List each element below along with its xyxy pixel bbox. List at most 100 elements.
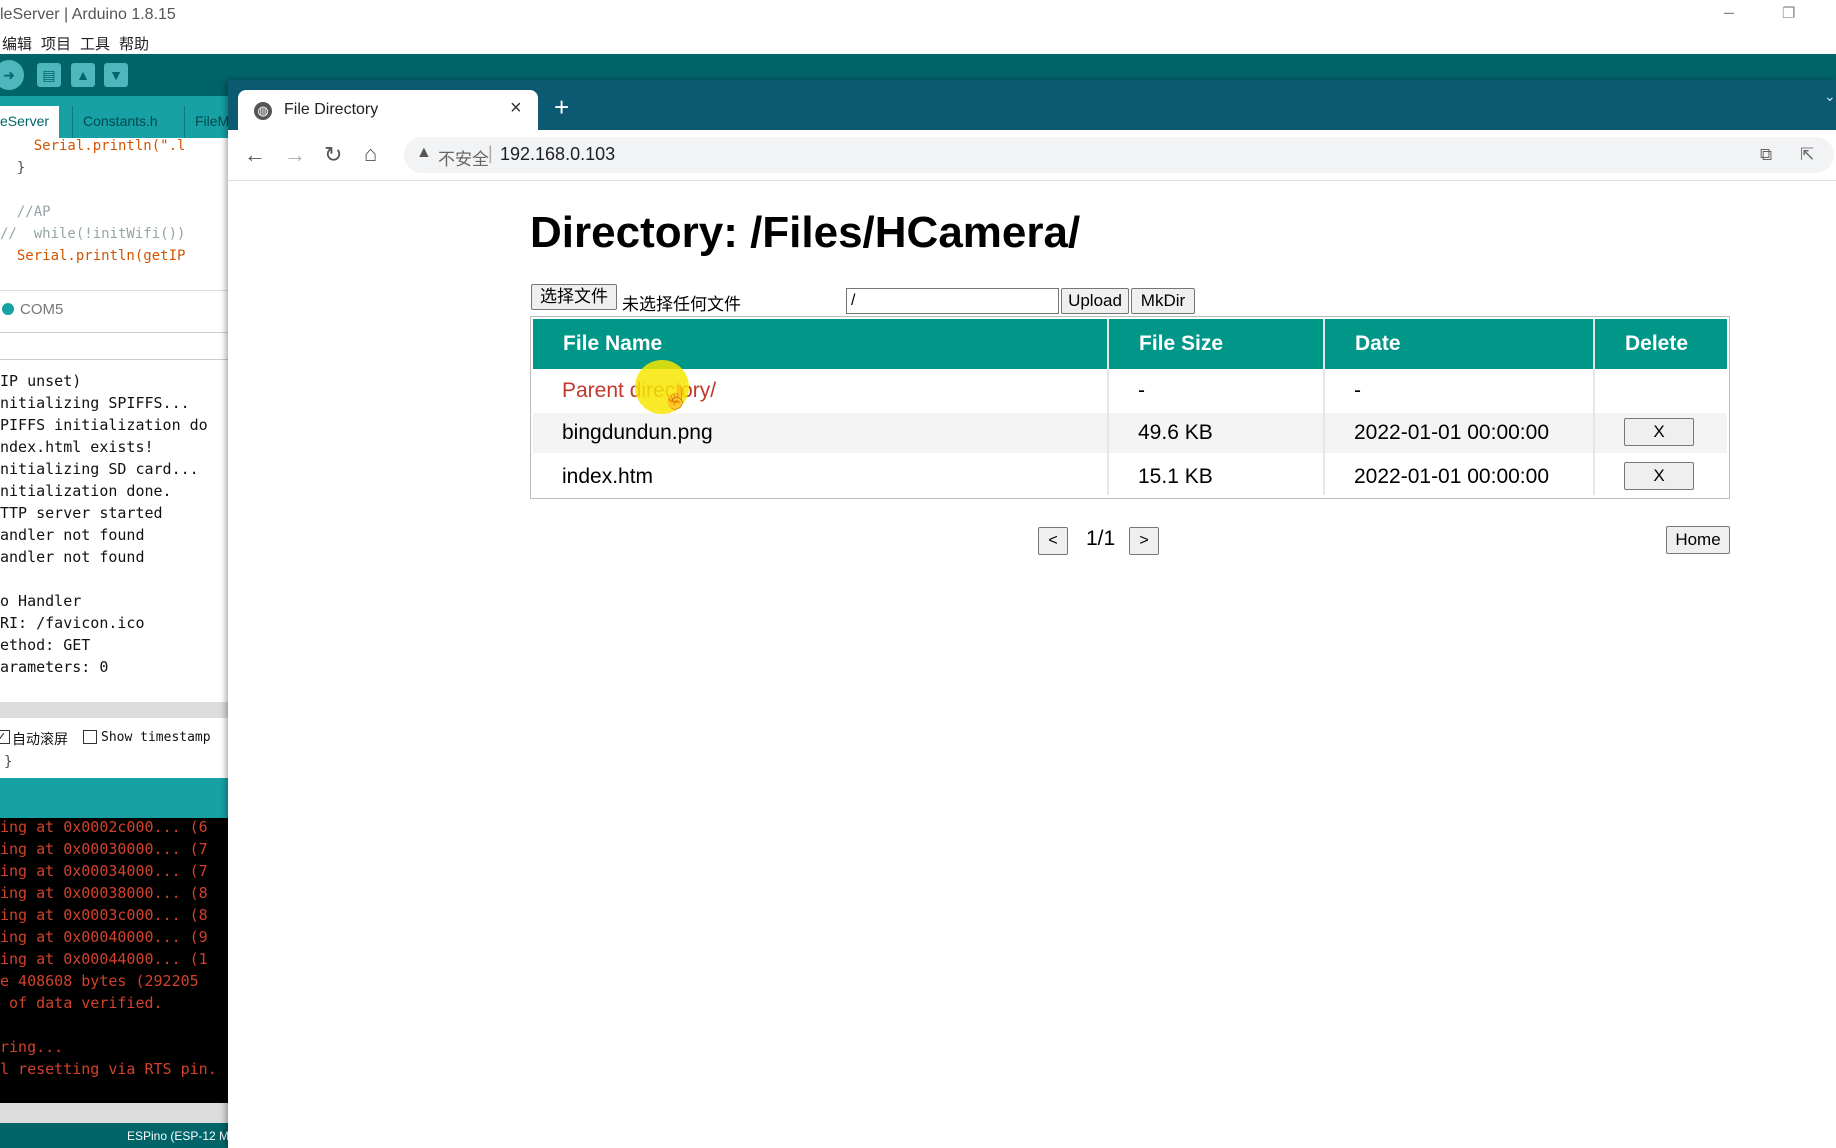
serial-line: ndex.html exists!: [0, 438, 154, 456]
upload-button[interactable]: Upload: [1061, 288, 1129, 314]
serial-footer: ✓ 自动滚屏 Show timestamp: [0, 726, 228, 752]
menu-edit[interactable]: 编辑: [2, 33, 32, 54]
new-tab-icon[interactable]: +: [554, 94, 569, 120]
prev-page-button[interactable]: <: [1038, 527, 1068, 555]
code-line: Serial.println(getIP: [0, 248, 186, 264]
console-scrollbar[interactable]: [0, 1103, 228, 1123]
serial-line: andler not found: [0, 548, 145, 566]
serial-line: nitializing SPIFFS...: [0, 394, 190, 412]
serial-horizontal-scrollbar[interactable]: [0, 702, 228, 718]
column-divider: [1107, 319, 1109, 495]
serial-line: TTP server started: [0, 504, 163, 522]
home-button[interactable]: Home: [1666, 526, 1730, 554]
file-size: 15.1 KB: [1138, 465, 1213, 488]
forward-icon[interactable]: →: [284, 142, 306, 168]
serial-line: nitialization done.: [0, 482, 172, 500]
serial-send-input[interactable]: [0, 332, 228, 360]
console-line: ring...: [0, 1038, 64, 1056]
code-line: //AP: [0, 204, 51, 220]
timestamp-label: Show timestamp: [101, 730, 211, 745]
file-table: File Name File Size Date Delete Parent d…: [530, 316, 1730, 499]
console-line: ing at 0x00044000... (1: [0, 950, 208, 968]
menu-sketch[interactable]: 项目: [41, 33, 71, 54]
column-header-date: Date: [1325, 319, 1593, 369]
console-line: ing at 0x00030000... (7: [0, 840, 208, 858]
serial-monitor-header: COM5: [0, 290, 228, 331]
serial-line: PIFFS initialization do: [0, 416, 208, 434]
serial-line: IP unset): [0, 372, 82, 390]
serial-icon: [2, 303, 14, 315]
file-name-link[interactable]: bingdundun.png: [562, 421, 713, 445]
ide-tab-bar: eServer Constants.h FileM: [0, 96, 229, 138]
code-editor-strip: }: [0, 752, 228, 778]
column-divider: [1593, 319, 1595, 495]
file-date: 2022-01-01 00:00:00: [1354, 465, 1549, 488]
back-icon[interactable]: ←: [244, 142, 266, 168]
serial-line: andler not found: [0, 526, 145, 544]
console-line: ing at 0x0003c000... (8: [0, 906, 208, 924]
code-line: // while(!initWifi()): [0, 226, 186, 242]
share-icon[interactable]: ⇱: [1800, 145, 1814, 165]
hand-cursor-icon: ☝: [662, 385, 690, 410]
parent-date: -: [1354, 379, 1361, 402]
console-bar: [0, 778, 228, 818]
autoscroll-checkbox[interactable]: ✓: [0, 730, 10, 744]
ide-tab-constants[interactable]: Constants.h: [72, 106, 168, 138]
choose-file-button[interactable]: 选择文件: [531, 284, 617, 310]
insecure-label[interactable]: 不安全: [438, 145, 489, 170]
console-line: ing at 0x0002c000... (6: [0, 818, 208, 836]
console-line: e 408608 bytes (292205: [0, 972, 199, 990]
column-divider: [1323, 319, 1325, 495]
column-header-delete: Delete: [1595, 319, 1727, 369]
no-file-label: 未选择任何文件: [622, 295, 741, 314]
serial-output: IP unset) nitializing SPIFFS... PIFFS in…: [0, 365, 228, 705]
translate-icon[interactable]: ⧉: [1760, 145, 1772, 165]
console-line: ing at 0x00040000... (9: [0, 928, 208, 946]
console-line: ing at 0x00034000... (7: [0, 862, 208, 880]
code-line: }: [0, 160, 26, 176]
page-title: Directory: /Files/HCamera/: [530, 208, 1081, 257]
code-editor[interactable]: Serial.println(".l } //AP // while(!init…: [0, 138, 228, 290]
close-tab-icon[interactable]: ×: [510, 97, 522, 120]
column-header-name: File Name: [533, 319, 1107, 369]
warning-icon[interactable]: ▲: [416, 144, 432, 162]
serial-line: nitializing SD card...: [0, 460, 199, 478]
ide-title-bar: leServer | Arduino 1.8.15 – ❐: [0, 0, 1836, 30]
tab-search-icon[interactable]: ⌄: [1824, 88, 1836, 105]
upload-arrow-icon[interactable]: ➜: [0, 60, 24, 90]
delete-button[interactable]: X: [1624, 418, 1694, 446]
code-line: Serial.println(".l: [0, 138, 186, 154]
parent-size: -: [1138, 379, 1145, 402]
save-sketch-icon[interactable]: ▼: [104, 63, 128, 87]
serial-line: RI: /favicon.ico: [0, 614, 145, 632]
autoscroll-label: 自动滚屏: [12, 731, 68, 747]
menu-help[interactable]: 帮助: [119, 33, 149, 54]
reload-icon[interactable]: ↻: [324, 142, 342, 168]
ide-tab-main[interactable]: eServer: [0, 106, 60, 138]
home-icon[interactable]: ⌂: [364, 141, 377, 167]
delete-button[interactable]: X: [1624, 462, 1694, 490]
mkdir-button[interactable]: MkDir: [1131, 288, 1195, 314]
address-bar[interactable]: ▲ 不安全 | 192.168.0.103 ⧉ ⇱: [404, 137, 1834, 173]
board-status: ESPino (ESP-12 M: [127, 1129, 230, 1143]
browser-tab[interactable]: ◍ File Directory ×: [238, 90, 538, 130]
url-text[interactable]: 192.168.0.103: [500, 144, 615, 165]
next-page-button[interactable]: >: [1129, 527, 1159, 555]
restore-icon[interactable]: ❐: [1782, 4, 1795, 22]
build-console: ing at 0x0002c000... (6 ing at 0x0003000…: [0, 818, 228, 1103]
minimize-icon[interactable]: –: [1724, 2, 1734, 23]
menu-tools[interactable]: 工具: [80, 33, 110, 54]
path-input[interactable]: [846, 288, 1059, 314]
browser-toolbar: ← → ↻ ⌂ ▲ 不安全 | 192.168.0.103 ⧉ ⇱: [228, 130, 1836, 181]
timestamp-checkbox[interactable]: [83, 730, 97, 744]
open-sketch-icon[interactable]: ▲: [71, 63, 95, 87]
console-line: l resetting via RTS pin.: [0, 1060, 217, 1078]
separator: |: [488, 143, 493, 163]
file-name-link[interactable]: index.htm: [562, 465, 653, 489]
file-size: 49.6 KB: [1138, 421, 1213, 444]
new-sketch-icon[interactable]: ▤: [37, 63, 61, 87]
ide-status-bar: ESPino (ESP-12 M: [0, 1123, 230, 1148]
serial-line: arameters: 0: [0, 658, 109, 676]
column-header-size: File Size: [1109, 319, 1323, 369]
console-line: ing at 0x00038000... (8: [0, 884, 208, 902]
